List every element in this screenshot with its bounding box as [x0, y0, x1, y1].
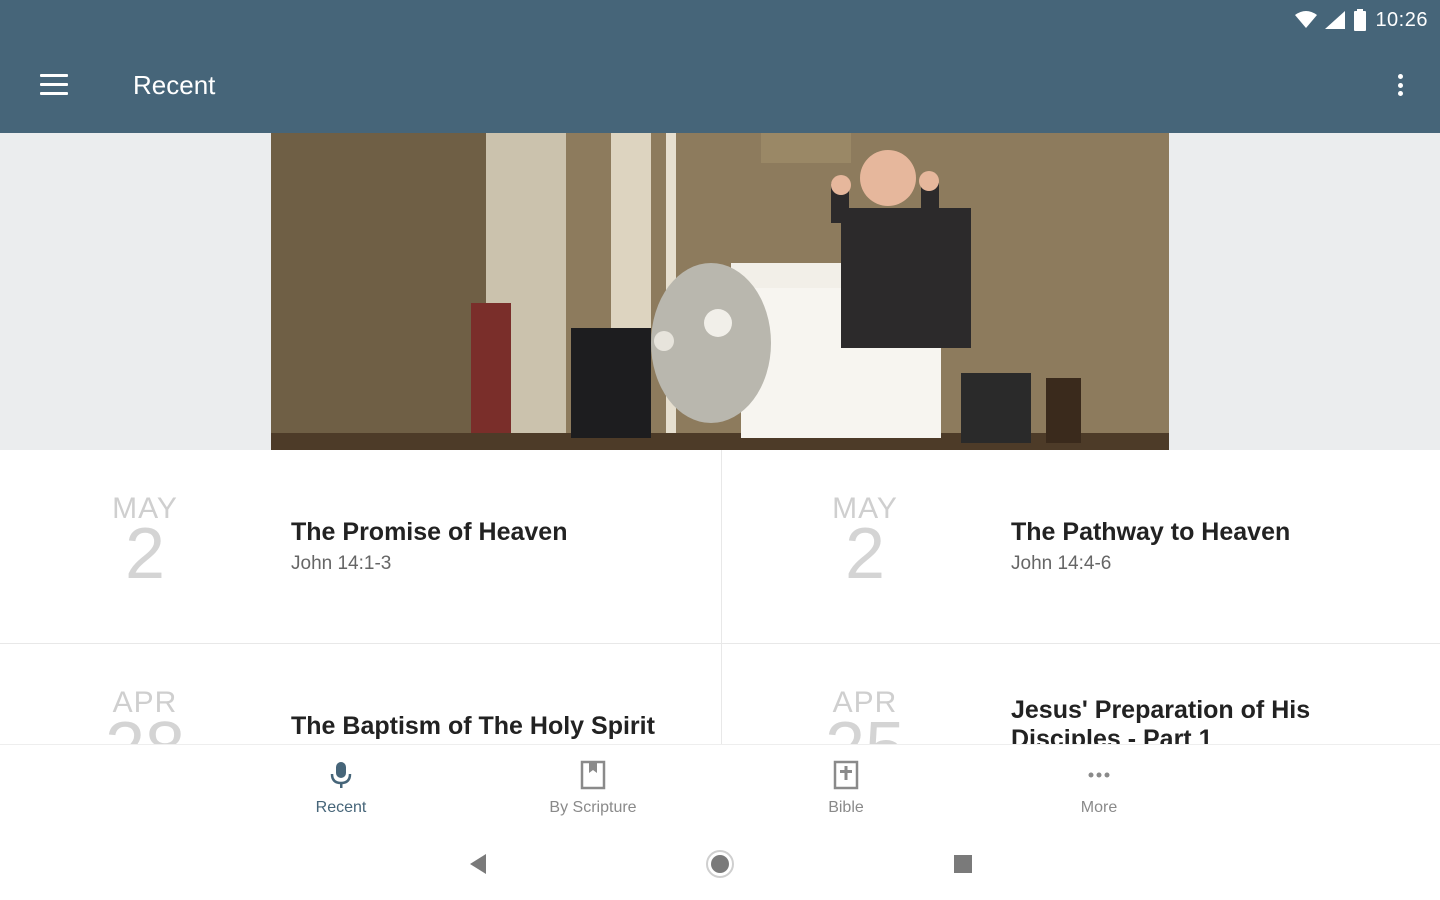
sermon-info: The Baptism of The Holy Spirit [291, 712, 655, 741]
battery-icon [1354, 9, 1367, 31]
sermon-grid: MAY 2 The Promise of Heaven John 14:1-3 … [0, 450, 1440, 744]
tab-label: By Scripture [549, 799, 637, 816]
sermon-info: Jesus' Preparation of His Disciples - Pa… [1011, 696, 1341, 744]
more-dots-icon [1088, 772, 1110, 778]
bottom-navigation: Recent By Scripture Bible More [0, 744, 1440, 828]
sermon-title: The Promise of Heaven [291, 518, 568, 546]
sermon-info: The Promise of Heaven John 14:1-3 [291, 518, 567, 575]
tab-label: Recent [315, 799, 367, 816]
sermon-card[interactable]: APR 25 Jesus' Preparation of His Discipl… [720, 644, 1440, 744]
page-title: Recent [133, 70, 216, 100]
tab-label: More [1080, 799, 1118, 816]
status-time: 10:26 [1375, 8, 1428, 31]
wifi-icon [1295, 11, 1318, 28]
status-bar: 10:26 [1295, 6, 1428, 34]
sermon-card[interactable]: APR 28 The Baptism of The Holy Spirit [0, 644, 720, 744]
sermon-scripture: John 14:1-3 [291, 553, 392, 574]
pulpit-scene-image [271, 133, 1169, 450]
sermon-card[interactable]: MAY 2 The Pathway to Heaven John 14:4-6 [720, 450, 1440, 643]
sermon-day: 25 [720, 712, 1010, 744]
overflow-menu-icon[interactable] [1390, 70, 1410, 100]
bookmark-book-icon [580, 760, 606, 790]
recents-icon[interactable] [947, 848, 979, 880]
back-icon[interactable] [462, 848, 494, 880]
sermon-day: 28 [0, 712, 290, 744]
system-navigation-bar [0, 828, 1440, 900]
tab-recent[interactable]: Recent [251, 745, 431, 829]
signal-icon [1325, 11, 1346, 29]
app-bar: 10:26 Recent [0, 0, 1440, 133]
sermon-title: Jesus' Preparation of His Disciples - Pa… [1011, 696, 1311, 744]
menu-icon[interactable] [36, 70, 72, 100]
bible-cross-icon [833, 760, 859, 790]
tab-bible[interactable]: Bible [756, 745, 936, 829]
sermon-title: The Pathway to Heaven [1011, 518, 1291, 546]
app-screen: 10:26 Recent MAY 2 The Promise of Heaven… [0, 0, 1440, 900]
sermon-info: The Pathway to Heaven John 14:4-6 [1011, 518, 1290, 575]
microphone-icon [330, 762, 352, 788]
tab-by-scripture[interactable]: By Scripture [503, 745, 683, 829]
sermon-scripture: John 14:4-6 [1011, 553, 1112, 574]
sermon-title: The Baptism of The Holy Spirit [291, 712, 655, 740]
tab-more[interactable]: More [1009, 745, 1189, 829]
tab-label: Bible [828, 799, 864, 816]
hero-image [271, 133, 1169, 450]
home-icon[interactable] [704, 848, 736, 880]
sermon-day: 2 [124, 514, 166, 594]
sermon-day: 2 [844, 514, 886, 594]
sermon-card[interactable]: MAY 2 The Promise of Heaven John 14:1-3 [0, 450, 720, 643]
